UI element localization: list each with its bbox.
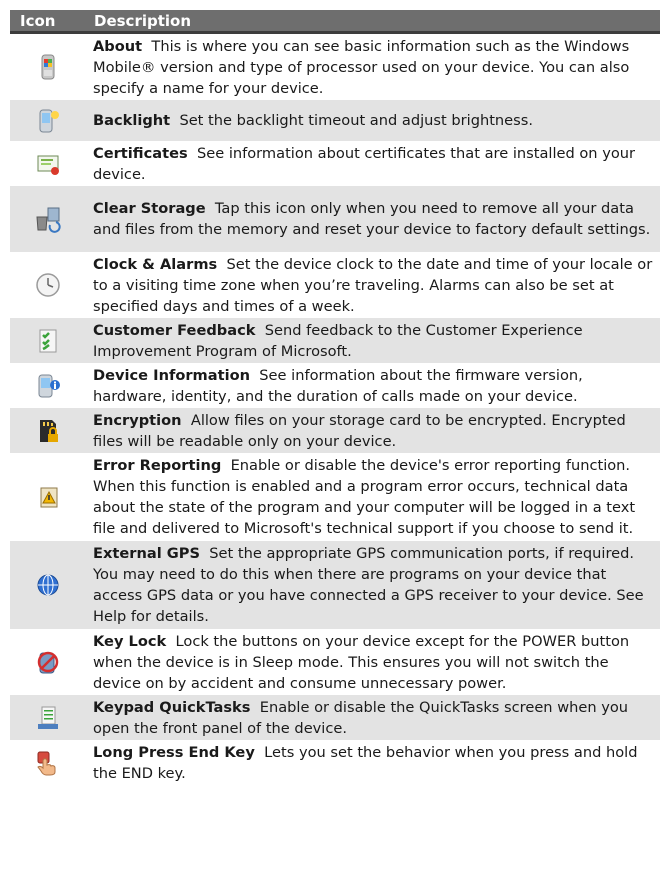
- list-item-description: Keypad QuickTasks Enable or disable the …: [86, 695, 660, 741]
- table-row: Customer Feedback Send feedback to the C…: [10, 318, 660, 363]
- list-item-description: About This is where you can see basic in…: [86, 34, 660, 101]
- list-item-description: Long Press End Key Lets you set the beha…: [86, 740, 660, 786]
- table-header: Icon Description: [10, 10, 660, 34]
- item-title: External GPS: [93, 545, 200, 562]
- table-row: Device Information See information about…: [10, 363, 660, 408]
- item-title: Encryption: [93, 411, 182, 429]
- list-item-description: Clock & Alarms Set the device clock to t…: [86, 252, 660, 319]
- header-description-column: Description: [94, 11, 192, 30]
- certificate-icon: [37, 155, 59, 175]
- item-title: Device Information: [93, 366, 250, 384]
- error-report-icon: [40, 487, 58, 508]
- item-text: Lock the buttons on your device except f…: [93, 632, 630, 692]
- table-row: Backlight Set the backlight timeout and …: [10, 100, 660, 141]
- clock-icon: [36, 273, 60, 297]
- item-title: Key Lock: [93, 632, 167, 650]
- gps-globe-icon: [37, 574, 59, 596]
- list-item-description: Clear Storage Tap this icon only when yo…: [86, 196, 660, 242]
- header-icon-column: Icon: [20, 11, 56, 30]
- item-title: Customer Feedback: [93, 321, 256, 339]
- checklist-icon: [39, 329, 57, 352]
- list-item-description: External GPS Set the appropriate GPS com…: [86, 541, 660, 629]
- item-title: Certificates: [93, 144, 188, 162]
- list-item-description: Customer Feedback Send feedback to the C…: [86, 318, 660, 364]
- item-text: This is where you can see basic informat…: [93, 37, 630, 97]
- item-title: Long Press End Key: [93, 743, 255, 761]
- long-press-hand-icon: [37, 751, 56, 775]
- keypad-quicktasks-icon: [38, 706, 58, 729]
- table-row: Clear Storage Tap this icon only when yo…: [10, 186, 660, 252]
- table-row: Certificates See information about certi…: [10, 141, 660, 186]
- list-item-description: Error Reporting Enable or disable the de…: [86, 453, 660, 541]
- backlight-phone-icon: [39, 109, 59, 132]
- item-title: Keypad QuickTasks: [93, 698, 251, 716]
- list-item-description: Encryption Allow files on your storage c…: [86, 408, 660, 454]
- device-info-icon: [38, 374, 60, 397]
- table-row: Keypad QuickTasks Enable or disable the …: [10, 695, 660, 740]
- list-item-description: Device Information See information about…: [86, 363, 660, 409]
- item-title: Clock & Alarms: [93, 255, 218, 273]
- table-row: Error Reporting Enable or disable the de…: [10, 453, 660, 541]
- phone-windows-logo-icon: [41, 54, 55, 80]
- table-row: Long Press End Key Lets you set the beha…: [10, 740, 660, 785]
- key-lock-icon: [37, 651, 59, 674]
- table-row: About This is where you can see basic in…: [10, 34, 660, 100]
- table-row: External GPS Set the appropriate GPS com…: [10, 541, 660, 629]
- list-item-description: Key Lock Lock the buttons on your device…: [86, 629, 660, 696]
- item-title: Clear Storage: [93, 200, 206, 217]
- list-item-description: Backlight Set the backlight timeout and …: [86, 108, 660, 133]
- list-item-description: Certificates See information about certi…: [86, 141, 660, 187]
- encrypted-card-icon: [40, 419, 58, 442]
- item-title: Backlight: [93, 112, 171, 129]
- settings-table: Icon Description About This is where you…: [10, 10, 660, 785]
- table-row: Clock & Alarms Set the device clock to t…: [10, 252, 660, 318]
- item-title: Error Reporting: [93, 457, 222, 474]
- table-row: Encryption Allow files on your storage c…: [10, 408, 660, 453]
- item-title: About: [93, 37, 143, 55]
- clear-storage-icon: [36, 207, 61, 233]
- item-text: Set the backlight timeout and adjust bri…: [179, 112, 534, 129]
- table-row: Key Lock Lock the buttons on your device…: [10, 629, 660, 695]
